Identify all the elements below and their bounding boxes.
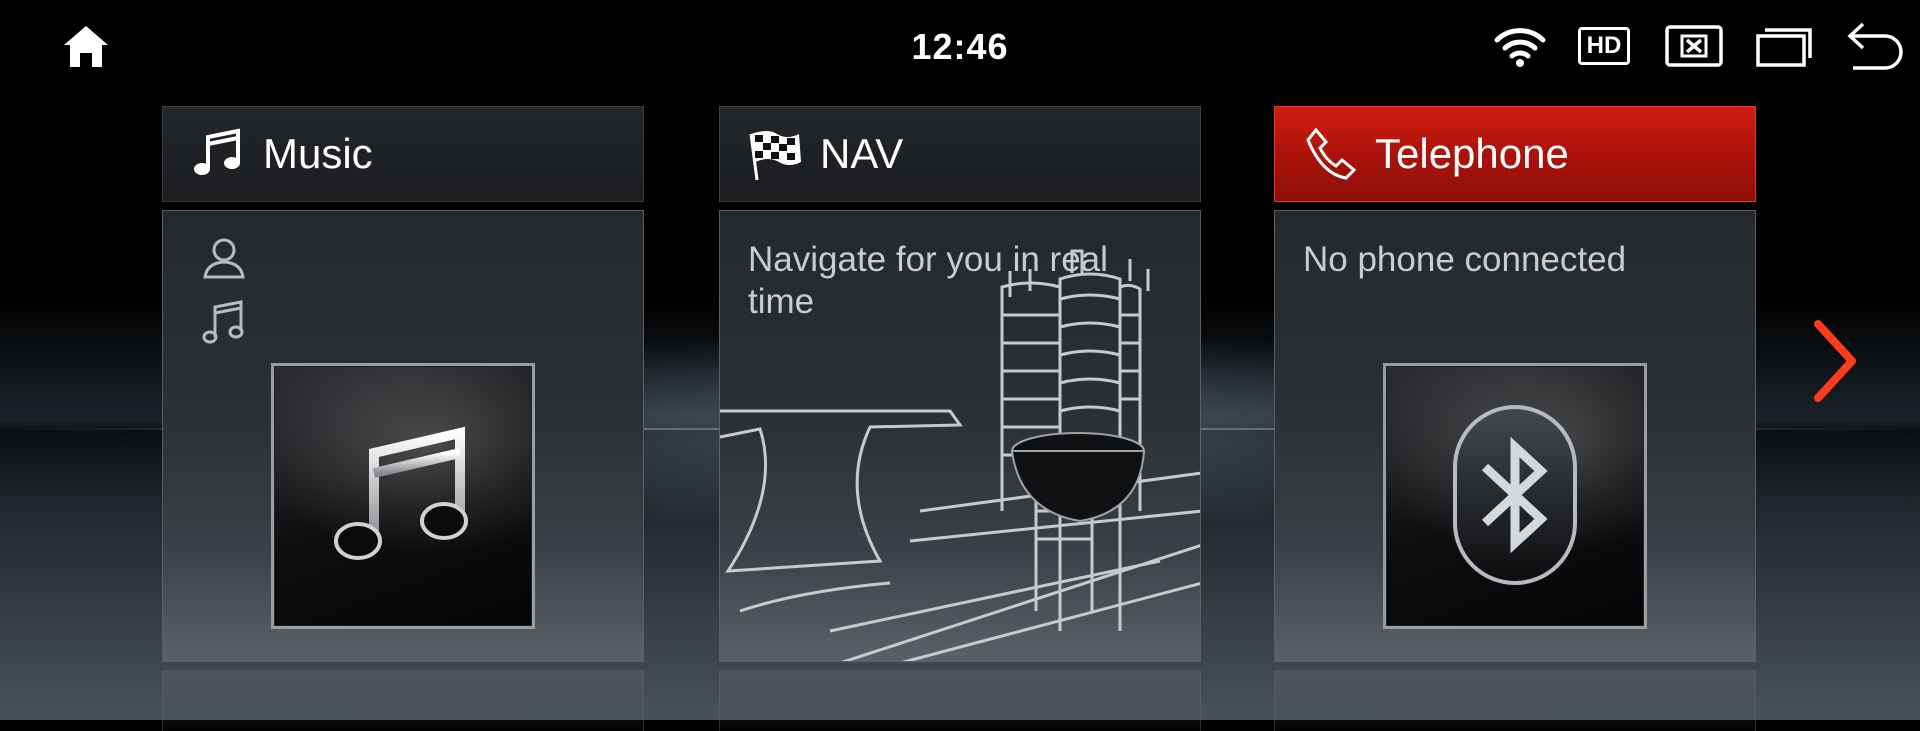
phone-handset-icon [1301,125,1359,183]
home-button[interactable] [56,16,116,76]
close-box-icon [1665,25,1723,67]
chevron-right-icon [1814,320,1856,402]
music-reflection [162,670,644,731]
telephone-header[interactable]: Telephone [1274,106,1756,202]
checkered-flag-icon [746,125,804,183]
telephone-body[interactable]: No phone connected [1274,210,1756,662]
back-button[interactable] [1844,18,1904,74]
telephone-card: Telephone No phone connected [1274,106,1756,731]
music-note-icon [189,125,247,183]
music-card: Music [162,106,644,731]
clock: 12:46 [911,26,1009,67]
telephone-title: Telephone [1375,130,1569,177]
nav-reflection [719,670,1201,731]
wifi-status[interactable] [1492,18,1548,74]
artist-icon [203,238,245,279]
home-icon [64,26,108,67]
music-body[interactable] [162,210,644,662]
telephone-reflection [1274,670,1756,731]
nav-header[interactable]: NAV [719,106,1201,202]
close-window-button[interactable] [1664,18,1724,74]
music-title: Music [263,130,373,177]
nav-description: Navigate for you in real time [748,240,1108,321]
wifi-icon [1494,28,1546,67]
status-bar: 12:46 HD [0,0,1920,100]
music-tile[interactable] [271,363,535,629]
music-header[interactable]: Music [162,106,644,202]
nav-body[interactable]: Navigate for you in real time [719,210,1201,662]
hd-button[interactable]: HD [1574,18,1634,74]
hd-icon: HD [1577,27,1631,65]
bluetooth-tile[interactable] [1383,363,1647,629]
nav-title: NAV [820,130,904,177]
back-icon [1847,22,1903,70]
next-page-button[interactable] [1806,316,1866,406]
phone-status: No phone connected [1303,240,1627,279]
bluetooth-icon [1453,405,1577,585]
large-music-note-icon [334,426,468,560]
multiwindow-button[interactable] [1754,18,1814,74]
windows-icon [1756,28,1812,67]
nav-card: NAV Navigate for you in real time [719,106,1201,731]
track-icon [202,300,244,344]
